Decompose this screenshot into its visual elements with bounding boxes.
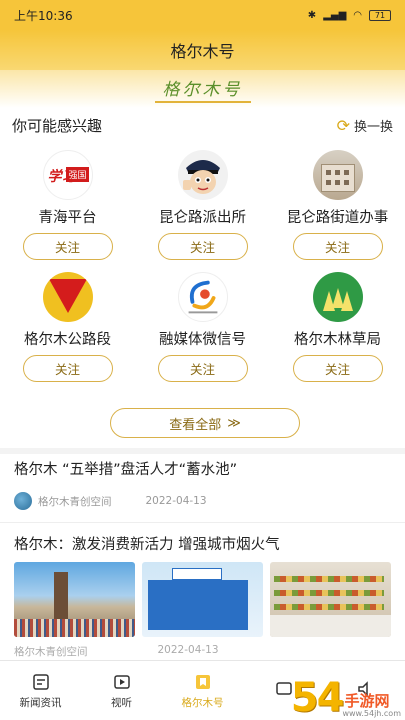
news-icon bbox=[31, 672, 51, 692]
shelf-shape bbox=[274, 590, 384, 596]
media-logo-icon bbox=[188, 280, 217, 314]
rec-name: 格尔木公路段 bbox=[24, 332, 111, 348]
signal-icon: ▂▄▆ bbox=[323, 9, 347, 21]
avatar-text-2: 强国 bbox=[66, 167, 89, 182]
site-watermark: 54 手游网 www.54jh.com bbox=[291, 678, 401, 718]
rec-item-police[interactable]: 昆仑路派出所 关注 bbox=[135, 150, 270, 260]
rec-item-forest[interactable]: 格尔木林草局 关注 bbox=[270, 272, 405, 382]
crowd-shape bbox=[14, 619, 135, 637]
page-title: 格尔木号 bbox=[170, 42, 235, 61]
news-thumbnail bbox=[142, 562, 263, 637]
rec-item-media[interactable]: 融媒体微信号 关注 bbox=[135, 272, 270, 382]
avatar: 学习 强国 bbox=[42, 150, 93, 200]
video-icon bbox=[112, 672, 132, 692]
avatar bbox=[312, 272, 363, 322]
rec-item-street[interactable]: 昆仑路街道办事 关注 bbox=[270, 150, 405, 260]
divider bbox=[0, 522, 405, 523]
follow-button[interactable]: 关注 bbox=[157, 355, 248, 382]
news-source: 格尔木青创空间 bbox=[38, 495, 112, 508]
wifi-icon: ◠ bbox=[353, 9, 362, 21]
news-meta: 格尔木青创空间 2022-04-13 bbox=[14, 492, 207, 510]
counter-shape bbox=[270, 615, 391, 637]
logo-band: 格尔木号 bbox=[0, 70, 405, 108]
news-title[interactable]: 格尔木 “五举措”盘活人才“蓄水池” bbox=[14, 458, 237, 479]
view-all-label: 查看全部 bbox=[169, 417, 222, 433]
logo-calligraphy: 格尔木号 bbox=[154, 75, 251, 103]
window-shape bbox=[343, 180, 349, 185]
avatar bbox=[42, 272, 93, 322]
follow-button[interactable]: 关注 bbox=[22, 355, 113, 382]
section-divider bbox=[0, 448, 405, 454]
window-shape bbox=[334, 170, 340, 175]
recommend-header: 你可能感兴趣 ⟳ 换一换 bbox=[12, 112, 393, 138]
avatar bbox=[177, 272, 228, 322]
news-date: 2022-04-13 bbox=[157, 644, 219, 656]
view-all-button[interactable]: 查看全部 ≫ bbox=[110, 408, 300, 438]
battery-icon: 71 bbox=[369, 9, 391, 21]
rec-name: 融媒体微信号 bbox=[159, 332, 246, 348]
window-shape bbox=[325, 170, 331, 175]
shelf-shape bbox=[274, 604, 384, 610]
tab-news[interactable]: 新闻资讯 bbox=[0, 661, 81, 720]
follow-button[interactable]: 关注 bbox=[157, 233, 248, 260]
avatar bbox=[177, 150, 228, 200]
tree-shape bbox=[340, 291, 353, 311]
booth-shape bbox=[148, 580, 248, 630]
watermark-number: 54 bbox=[290, 675, 345, 720]
recommend-grid: 学习 强国 青海平台 关注 昆仑路派出所 关注 昆仑路街道办事 关注 格尔木公路… bbox=[0, 150, 405, 382]
follow-button[interactable]: 关注 bbox=[292, 233, 383, 260]
recommend-title: 你可能感兴趣 bbox=[12, 116, 103, 135]
news-date: 2022-04-13 bbox=[145, 495, 207, 507]
rec-name: 昆仑路派出所 bbox=[159, 210, 246, 226]
news-thumbnail bbox=[14, 562, 135, 637]
bluetooth-icon: ✱ bbox=[307, 9, 317, 21]
news-meta: 格尔木青创空间 2022-04-13 bbox=[14, 644, 219, 659]
source-avatar-icon bbox=[14, 492, 32, 510]
follow-button[interactable]: 关注 bbox=[22, 233, 113, 260]
building-shape bbox=[320, 164, 355, 192]
bookmark-icon bbox=[193, 672, 213, 692]
watermark-url: www.54jh.com bbox=[342, 709, 401, 718]
rec-name: 昆仑路街道办事 bbox=[286, 210, 389, 226]
tower-shape bbox=[54, 572, 68, 622]
watermark-brand: 手游网 bbox=[344, 691, 390, 710]
refresh-icon: ⟳ bbox=[336, 115, 350, 135]
tab-label: 格尔木号 bbox=[181, 696, 224, 709]
news-thumbnails[interactable] bbox=[14, 562, 391, 637]
news-source: 格尔木青创空间 bbox=[14, 646, 88, 658]
window-shape bbox=[325, 180, 331, 185]
window-shape bbox=[334, 180, 340, 185]
avatar bbox=[312, 150, 363, 200]
police-avatar-icon bbox=[182, 160, 220, 194]
app-header: 格尔木号 bbox=[0, 30, 405, 70]
tab-label: 新闻资讯 bbox=[19, 696, 62, 709]
rec-name: 格尔木林草局 bbox=[294, 332, 381, 348]
battery-level: 71 bbox=[374, 10, 386, 20]
road-emblem-triangle bbox=[48, 279, 87, 313]
tab-gormo[interactable]: 格尔木号 bbox=[162, 661, 243, 720]
status-icons: ✱ ▂▄▆ ◠ 71 bbox=[307, 9, 391, 21]
refresh-button[interactable]: ⟳ 换一换 bbox=[337, 116, 393, 135]
double-chevron-right-icon: ≫ bbox=[227, 415, 241, 431]
news-thumbnail bbox=[270, 562, 391, 637]
sign-shape bbox=[172, 568, 222, 580]
rec-name: 青海平台 bbox=[38, 210, 97, 226]
rec-item-road[interactable]: 格尔木公路段 关注 bbox=[0, 272, 135, 382]
shelf-shape bbox=[274, 576, 384, 582]
tab-video[interactable]: 视听 bbox=[81, 661, 162, 720]
status-bar: 上午10:36 ✱ ▂▄▆ ◠ 71 bbox=[0, 0, 405, 30]
rec-item-qinghai[interactable]: 学习 强国 青海平台 关注 bbox=[0, 150, 135, 260]
refresh-label: 换一换 bbox=[353, 119, 393, 135]
news-title[interactable]: 格尔木：激发消费新活力 增强城市烟火气 bbox=[14, 533, 280, 554]
follow-button[interactable]: 关注 bbox=[292, 355, 383, 382]
status-time: 上午10:36 bbox=[14, 8, 73, 23]
window-shape bbox=[343, 170, 349, 175]
tab-label: 视听 bbox=[111, 696, 132, 709]
